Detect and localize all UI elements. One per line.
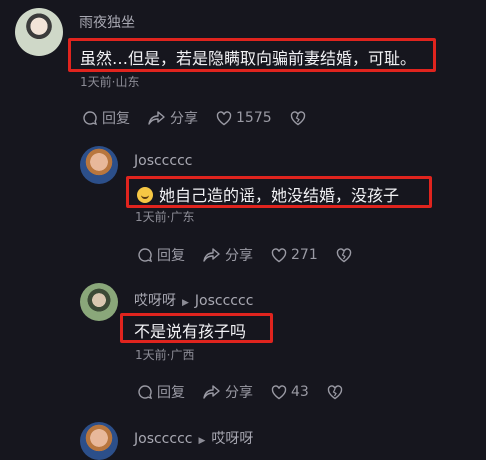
share-button[interactable]: 分享 [203,245,253,265]
broken-heart-icon [336,247,351,262]
reply-to-username[interactable]: Josccccc [195,293,253,309]
reply-arrow-icon: ▶ [182,298,189,308]
reply-to-username[interactable]: 哎呀呀 [211,431,253,447]
comment-username: Josccccc ▶ 哎呀呀 [134,428,253,448]
like-button[interactable]: 43 [271,384,309,400]
share-button[interactable]: 分享 [203,382,253,402]
comment-text: 她自己造的谣，她没结婚，没孩子 [137,182,399,206]
reply-button[interactable]: 回复 [82,108,130,128]
reply-label: 回复 [157,385,185,401]
dislike-button[interactable] [327,384,347,400]
dislike-button[interactable] [290,110,310,126]
share-button[interactable]: 分享 [148,108,198,128]
share-icon [203,385,220,399]
like-count: 1575 [236,110,272,126]
like-button[interactable]: 1575 [216,110,272,126]
like-count: 43 [291,384,309,400]
heart-icon [216,110,232,125]
share-icon [148,111,165,125]
comment-meta: 1天前·广东 [135,210,195,224]
reply-icon [138,385,153,400]
reply-label: 回复 [102,111,130,127]
comment-actions: 回复 分享 43 [137,382,365,402]
comment-username: 哎呀呀 ▶ Josccccc [134,290,253,310]
heart-icon [271,247,287,262]
broken-heart-icon [290,110,305,125]
share-label: 分享 [170,111,198,127]
grin-sweat-emoji-icon [137,187,153,203]
comment-text: 不是说有孩子吗 [134,322,247,341]
broken-heart-icon [327,384,343,399]
dislike-button[interactable] [336,247,356,263]
share-icon [203,248,220,262]
comment-username[interactable]: 雨夜独坐 [79,12,135,32]
reply-icon [83,111,98,126]
heart-icon [271,384,287,399]
reply-button[interactable]: 回复 [137,382,185,402]
comment-actions: 回复 分享 271 [137,245,374,265]
share-label: 分享 [225,385,253,401]
comment-username-text[interactable]: Josccccc [134,431,192,447]
comment-username-text[interactable]: 哎呀呀 [134,293,176,309]
reply-icon [138,248,153,263]
comment-text: 虽然…但是，若是隐瞒取向骗前妻结婚，可耻。 [80,49,417,68]
avatar[interactable] [80,422,118,460]
reply-label: 回复 [157,248,185,264]
share-label: 分享 [225,248,253,264]
reply-arrow-icon: ▶ [198,436,206,446]
avatar[interactable] [15,8,63,56]
comment-meta: 1天前·山东 [80,75,140,89]
comment-text-content: 她自己造的谣，她没结婚，没孩子 [159,186,400,205]
avatar[interactable] [80,283,118,321]
like-button[interactable]: 271 [271,247,318,263]
comment-actions: 回复 分享 1575 [82,108,328,128]
comment-username[interactable]: Josccccc [134,153,192,169]
comment-meta: 1天前·广西 [135,348,195,362]
reply-button[interactable]: 回复 [137,245,185,265]
avatar[interactable] [80,146,118,184]
like-count: 271 [291,247,318,263]
